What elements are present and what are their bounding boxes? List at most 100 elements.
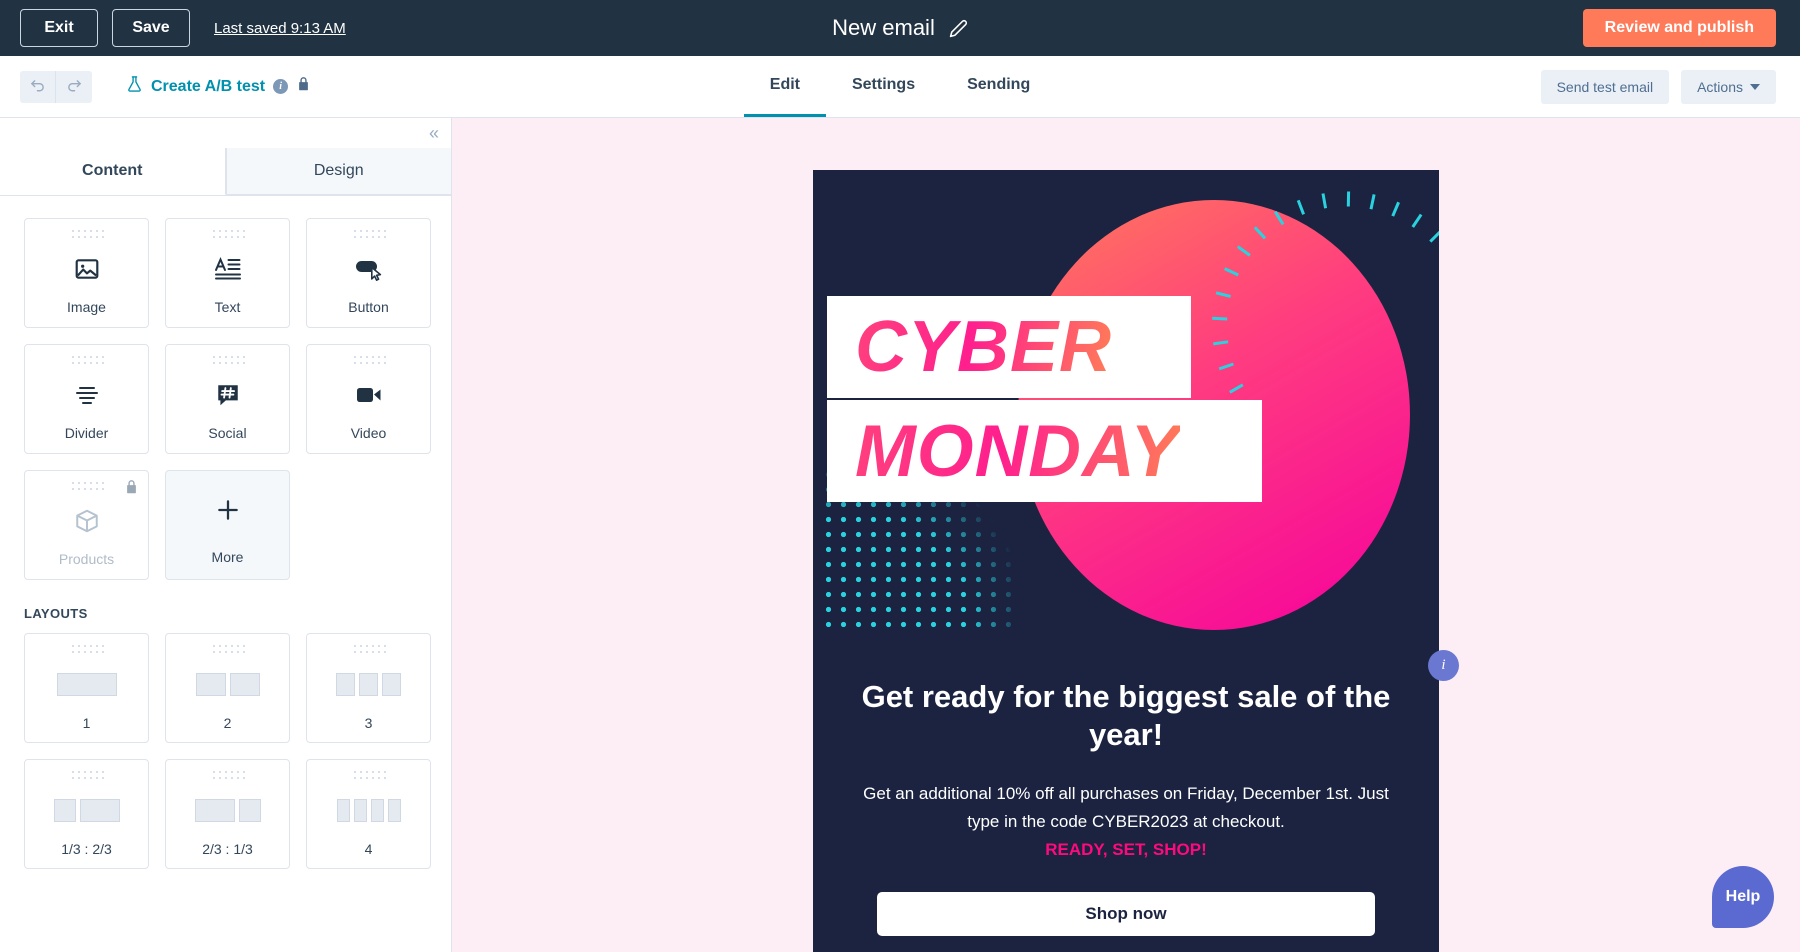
info-circle-icon[interactable]: i (1428, 650, 1459, 681)
block-products: Products (24, 470, 149, 580)
drag-handle-dots-icon (69, 480, 104, 491)
shop-now-button[interactable]: Shop now (877, 891, 1375, 936)
sidebar-collapse-row: « (0, 118, 451, 148)
top-bar-left-group: Exit Save Last saved 9:13 AM (0, 9, 346, 47)
email-headline[interactable]: Get ready for the biggest sale of the ye… (857, 678, 1395, 754)
editor-sidebar: « Content Design Image Text Button Divid… (0, 118, 452, 952)
plus-icon (215, 471, 241, 549)
layout-label: 1/3 : 2/3 (61, 841, 112, 857)
drag-handle-dots-icon[interactable] (210, 228, 245, 239)
content-blocks-grid: Image Text Button Divider Social Video P… (24, 218, 431, 580)
tab-edit[interactable]: Edit (743, 56, 826, 117)
block-more[interactable]: More (165, 470, 290, 580)
drag-handle-dots-icon[interactable] (210, 769, 245, 780)
pencil-icon[interactable] (949, 19, 968, 38)
sidebar-tab-design[interactable]: Design (225, 148, 451, 195)
hero-line-2: MONDAY (855, 410, 1181, 492)
block-label: Image (67, 299, 106, 315)
layout-preview (166, 654, 289, 715)
hero-word-block-1: CYBER (827, 296, 1191, 398)
text-icon (214, 239, 242, 299)
image-icon (74, 239, 100, 299)
layout-preview (307, 654, 430, 715)
layout-option-4[interactable]: 4 (306, 759, 431, 869)
drag-handle-dots-icon[interactable] (351, 643, 386, 654)
hero-word-block-2: MONDAY (827, 400, 1262, 502)
layout-option-2[interactable]: 2 (165, 633, 290, 743)
double-chevron-left-icon[interactable]: « (429, 124, 439, 142)
drag-handle-dots-icon[interactable] (69, 228, 104, 239)
hero-banner-image[interactable]: CYBER MONDAY (813, 170, 1439, 650)
layout-label: 2/3 : 1/3 (202, 841, 253, 857)
layout-preview (166, 780, 289, 841)
layout-option-1-3-2-3[interactable]: 1/3 : 2/3 (24, 759, 149, 869)
block-label: Button (348, 299, 389, 315)
editor-nav-tabs: Edit Settings Sending (0, 56, 1800, 117)
layouts-section-title: LAYOUTS (24, 606, 88, 621)
email-document: CYBER MONDAY i Get ready for the biggest… (813, 170, 1459, 952)
send-test-email-button[interactable]: Send test email (1540, 69, 1670, 104)
help-button[interactable]: Help (1712, 866, 1774, 928)
actions-label: Actions (1697, 78, 1743, 95)
drag-handle-dots-icon[interactable] (351, 769, 386, 780)
sidebar-panel-body: Image Text Button Divider Social Video P… (0, 196, 451, 869)
block-label: Divider (64, 425, 109, 441)
block-label: Products (58, 551, 115, 567)
button-icon (354, 239, 384, 299)
block-social[interactable]: Social (165, 344, 290, 454)
video-camera-icon (355, 365, 383, 425)
block-text[interactable]: Text (165, 218, 290, 328)
block-label: Video (350, 425, 387, 441)
drag-handle-dots-icon[interactable] (351, 354, 386, 365)
block-video[interactable]: Video (306, 344, 431, 454)
layout-option-2-3-1-3[interactable]: 2/3 : 1/3 (165, 759, 290, 869)
block-label: Social (208, 425, 247, 441)
page-title: New email (832, 15, 935, 40)
drag-handle-dots-icon[interactable] (210, 643, 245, 654)
layout-preview (25, 654, 148, 715)
layout-label: 2 (223, 715, 232, 731)
radial-burst-decoration (1212, 186, 1439, 394)
layout-label: 4 (364, 841, 373, 857)
drag-handle-dots-icon[interactable] (69, 643, 104, 654)
layout-preview (25, 780, 148, 841)
tab-settings[interactable]: Settings (826, 56, 941, 117)
block-label: More (211, 549, 244, 565)
sidebar-tab-content[interactable]: Content (0, 148, 226, 195)
top-bar-right-group: Review and publish (1582, 0, 1776, 56)
sub-toolbar-right-group: Send test email Actions (1540, 56, 1776, 117)
sub-toolbar: Create A/B test i Edit Settings Sending … (0, 56, 1800, 118)
email-cta-text[interactable]: READY, SET, SHOP! (857, 840, 1395, 860)
lock-icon (124, 479, 139, 500)
email-paragraph[interactable]: Get an additional 10% off all purchases … (857, 780, 1395, 836)
layout-preview (307, 780, 430, 841)
box-icon (74, 491, 100, 551)
actions-dropdown-button[interactable]: Actions (1681, 69, 1776, 104)
chevron-down-icon (1750, 83, 1760, 90)
block-image[interactable]: Image (24, 218, 149, 328)
drag-handle-dots-icon[interactable] (69, 354, 104, 365)
top-bar: Exit Save Last saved 9:13 AM New email R… (0, 0, 1800, 56)
layouts-grid: 1 2 3 1/3: 2/3 2/3: 1/3 4 (24, 633, 431, 869)
divider-icon (73, 365, 101, 425)
email-body: i Get ready for the biggest sale of the … (813, 650, 1459, 936)
exit-button[interactable]: Exit (20, 9, 98, 47)
layout-option-3[interactable]: 3 (306, 633, 431, 743)
block-label: Text (214, 299, 241, 315)
block-divider[interactable]: Divider (24, 344, 149, 454)
tab-sending[interactable]: Sending (941, 56, 1056, 117)
social-hash-icon (215, 365, 241, 425)
layout-label: 1 (82, 715, 91, 731)
layout-label: 3 (364, 715, 373, 731)
hero-line-1: CYBER (855, 307, 1113, 387)
save-button[interactable]: Save (112, 9, 190, 47)
layout-option-1[interactable]: 1 (24, 633, 149, 743)
drag-handle-dots-icon[interactable] (351, 228, 386, 239)
block-button[interactable]: Button (306, 218, 431, 328)
last-saved-link[interactable]: Last saved 9:13 AM (214, 20, 346, 37)
email-preview-canvas: CYBER MONDAY i Get ready for the biggest… (452, 118, 1800, 952)
drag-handle-dots-icon[interactable] (69, 769, 104, 780)
review-and-publish-button[interactable]: Review and publish (1582, 9, 1776, 47)
sidebar-tabs: Content Design (0, 148, 451, 196)
drag-handle-dots-icon[interactable] (210, 354, 245, 365)
